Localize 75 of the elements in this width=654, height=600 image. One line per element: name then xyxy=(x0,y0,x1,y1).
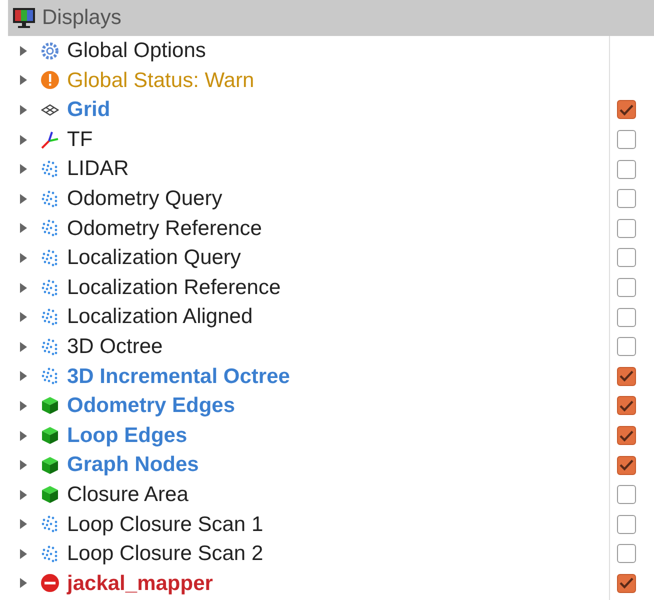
display-label[interactable]: jackal_mapper xyxy=(67,568,213,600)
collapsed-arrow-icon[interactable] xyxy=(20,75,27,86)
display-label[interactable]: Loop Edges xyxy=(67,420,188,452)
display-label[interactable]: Odometry Reference xyxy=(67,212,262,244)
point-cloud-icon xyxy=(41,544,59,563)
collapsed-arrow-icon[interactable] xyxy=(20,164,27,174)
checkbox[interactable] xyxy=(617,337,636,356)
collapsed-arrow-icon[interactable] xyxy=(20,548,27,559)
panel-title: Displays xyxy=(42,5,122,32)
point-cloud-icon xyxy=(41,338,59,356)
collapsed-arrow-icon[interactable] xyxy=(20,282,27,293)
checkbox[interactable] xyxy=(617,514,636,534)
axes-icon xyxy=(40,130,60,150)
collapsed-arrow-icon[interactable] xyxy=(20,252,27,263)
checkbox[interactable] xyxy=(617,189,636,208)
checkbox[interactable] xyxy=(617,218,636,238)
collapsed-arrow-icon[interactable] xyxy=(20,312,27,322)
collapsed-arrow-icon[interactable] xyxy=(20,490,27,500)
checkbox[interactable] xyxy=(617,160,636,179)
checkbox[interactable] xyxy=(617,248,636,268)
cube-icon xyxy=(41,485,59,504)
cube-icon xyxy=(41,396,59,416)
collapsed-arrow-icon[interactable] xyxy=(20,342,27,352)
checkbox[interactable] xyxy=(617,100,636,120)
point-cloud-icon xyxy=(41,160,59,178)
collapsed-arrow-icon[interactable] xyxy=(20,371,27,382)
display-label[interactable]: TF xyxy=(67,124,93,156)
error-icon xyxy=(40,573,60,594)
cube-icon xyxy=(41,456,59,475)
point-cloud-icon xyxy=(41,515,59,534)
collapsed-arrow-icon[interactable] xyxy=(20,578,27,588)
checkbox[interactable] xyxy=(617,396,636,416)
point-cloud-icon xyxy=(41,219,59,238)
point-cloud-icon xyxy=(41,367,59,386)
collapsed-arrow-icon[interactable] xyxy=(20,134,27,145)
display-label[interactable]: Loop Closure Scan 1 xyxy=(67,508,264,540)
checkbox[interactable] xyxy=(617,278,636,298)
collapsed-arrow-icon[interactable] xyxy=(20,46,27,56)
monitor-icon xyxy=(12,7,36,29)
point-cloud-icon xyxy=(41,190,59,208)
warning-icon xyxy=(40,70,60,90)
collapsed-arrow-icon[interactable] xyxy=(20,104,27,115)
collapsed-arrow-icon[interactable] xyxy=(20,400,27,411)
display-label[interactable]: 3D Octree xyxy=(67,330,163,362)
display-label[interactable]: Grid xyxy=(67,94,110,126)
display-label[interactable]: 3D Incremental Octree xyxy=(67,360,290,392)
checkbox[interactable] xyxy=(617,308,636,327)
collapsed-arrow-icon[interactable] xyxy=(20,194,27,204)
display-label[interactable]: Localization Reference xyxy=(67,272,281,304)
point-cloud-icon xyxy=(41,248,59,267)
display-label[interactable]: Loop Closure Scan 2 xyxy=(67,538,264,570)
point-cloud-icon xyxy=(41,308,59,326)
checkbox[interactable] xyxy=(617,426,636,446)
checkbox[interactable] xyxy=(617,544,636,564)
point-cloud-icon xyxy=(41,278,59,297)
checkbox[interactable] xyxy=(617,456,636,475)
collapsed-arrow-icon[interactable] xyxy=(20,223,27,234)
collapsed-arrow-icon[interactable] xyxy=(20,430,27,441)
checkbox[interactable] xyxy=(617,130,636,150)
checkbox[interactable] xyxy=(617,574,636,593)
display-label[interactable]: Global Options xyxy=(67,35,206,67)
display-label[interactable]: Localization Query xyxy=(67,242,241,274)
display-label[interactable]: Odometry Query xyxy=(67,183,222,215)
collapsed-arrow-icon[interactable] xyxy=(20,519,27,530)
display-label[interactable]: Odometry Edges xyxy=(67,390,236,422)
display-label[interactable]: Localization Aligned xyxy=(67,301,253,333)
gear-icon xyxy=(41,42,59,60)
checkbox[interactable] xyxy=(617,366,636,386)
display-label[interactable]: Closure Area xyxy=(67,478,188,510)
checkbox[interactable] xyxy=(617,485,636,504)
grid-icon xyxy=(41,104,59,116)
collapsed-arrow-icon[interactable] xyxy=(20,460,27,470)
display-label[interactable]: LIDAR xyxy=(67,153,129,185)
display-label[interactable]: Graph Nodes xyxy=(67,449,199,481)
cube-icon xyxy=(41,426,59,446)
